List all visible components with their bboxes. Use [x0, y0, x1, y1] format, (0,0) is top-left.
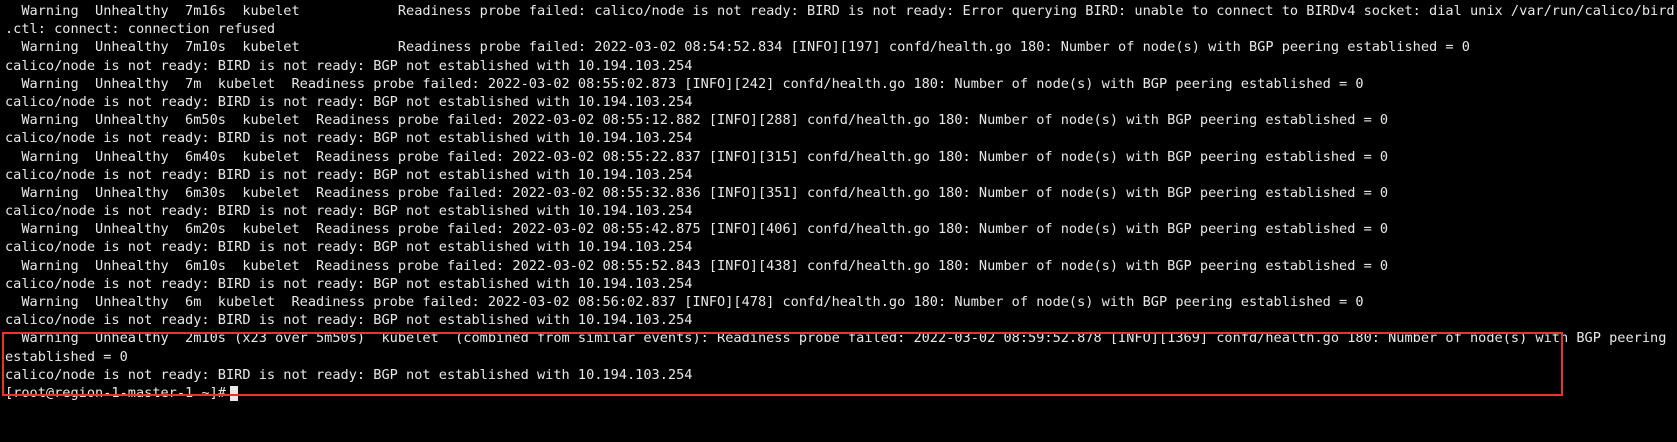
- terminal-line: Warning Unhealthy 7m kubelet Readiness p…: [5, 75, 1364, 92]
- terminal-line: Warning Unhealthy 6m20s kubelet Readines…: [5, 221, 1389, 238]
- prompt-text: [root@region-1-master-1 ~]#: [5, 384, 226, 401]
- terminal-line: calico/node is not ready: BIRD is not re…: [5, 57, 693, 74]
- terminal-line: calico/node is not ready: BIRD is not re…: [5, 130, 693, 147]
- highlighted-line: Warning Unhealthy 2m10s (x23 over 5m50s)…: [5, 330, 1667, 347]
- terminal-line: Warning Unhealthy 6m kubelet Readiness p…: [5, 294, 1364, 310]
- terminal-line: Warning Unhealthy 6m40s kubelet Readines…: [5, 148, 1389, 165]
- terminal-line: calico/node is not ready: BIRD is not re…: [5, 312, 693, 329]
- terminal-line: Warning Unhealthy 6m50s kubelet Readines…: [5, 112, 1389, 129]
- terminal-line: calico/node is not ready: BIRD is not re…: [5, 275, 693, 292]
- terminal-line: calico/node is not ready: BIRD is not re…: [5, 203, 693, 220]
- terminal-line: calico/node is not ready: BIRD is not re…: [5, 93, 693, 110]
- terminal-line: Warning Unhealthy 6m10s kubelet Readines…: [5, 257, 1389, 274]
- terminal-line: .ctl: connect: connection refused: [5, 21, 276, 38]
- terminal-line: Warning Unhealthy 7m10s kubelet Readines…: [5, 39, 1470, 56]
- highlighted-line: established = 0: [5, 348, 128, 365]
- text-cursor: [229, 385, 238, 401]
- terminal-line: calico/node is not ready: BIRD is not re…: [5, 239, 693, 256]
- terminal-line: Warning Unhealthy 6m30s kubelet Readines…: [5, 184, 1389, 201]
- highlighted-line: calico/node is not ready: BIRD is not re…: [5, 366, 693, 383]
- command-prompt[interactable]: [root@region-1-master-1 ~]#: [0, 384, 1677, 402]
- terminal-line: Warning Unhealthy 7m16s kubelet Readines…: [5, 3, 1675, 19]
- terminal-line: calico/node is not ready: BIRD is not re…: [5, 166, 693, 183]
- terminal-window[interactable]: Warning Unhealthy 7m16s kubelet Readines…: [0, 0, 1677, 442]
